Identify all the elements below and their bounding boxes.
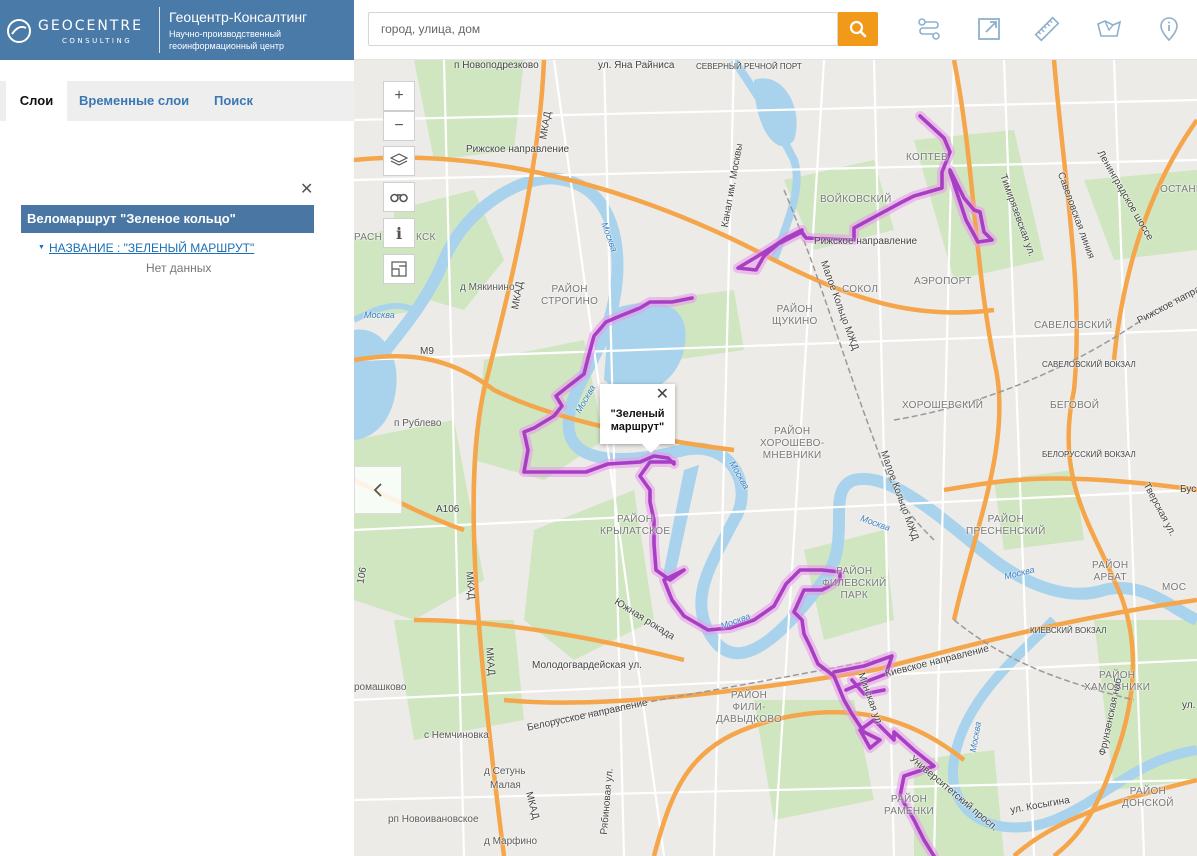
legend-icon xyxy=(391,261,407,277)
map-label-yana-rainisa: ул. Яна Райниса xyxy=(598,60,675,71)
map-label-novopodrezkovo: п Новоподрезково xyxy=(454,60,539,71)
info-icon xyxy=(1160,17,1178,42)
map-label-setun: д Сетунь xyxy=(484,766,526,777)
map-label-molodogvardeyskaya: Молодогвардейская ул. xyxy=(532,660,642,671)
tab-temporary-layers[interactable]: Временные слои xyxy=(79,81,189,121)
popup-title-2: маршрут" xyxy=(610,421,665,433)
map-label-fili-davydkovo: РАЙОН ФИЛИ- ДАВЫДКОВО xyxy=(716,690,783,725)
layers-icon xyxy=(390,153,408,166)
zoom-in-button[interactable]: + xyxy=(383,81,415,111)
map-label-strogino: РАЙОН СТРОГИНО xyxy=(541,284,599,307)
map-label-myakinino: д Мякинино xyxy=(460,282,515,293)
map-label-presnensky: РАЙОН ПРЕСНЕНСКИЙ xyxy=(966,514,1046,537)
map-label-krylatskoe: РАЙОН КРЫЛАТСКОЕ xyxy=(600,514,671,537)
open-external-button[interactable] xyxy=(974,14,1004,44)
search-button[interactable] xyxy=(838,12,878,46)
left-panel: Слои Временные слои Поиск ✕ Веломаршрут … xyxy=(0,60,354,856)
tab-search[interactable]: Поиск xyxy=(214,81,253,121)
feature-info-button[interactable]: i xyxy=(383,218,415,248)
no-data-text: Нет данных xyxy=(146,261,212,275)
route-icon xyxy=(918,18,940,40)
map-label-riga-direction-1: Рижское направление xyxy=(466,144,570,155)
collapse-panel-button[interactable] xyxy=(354,466,402,514)
top-toolbar xyxy=(354,0,1197,60)
map-canvas[interactable]: КОПТЕВ ВОЙКОВСКИЙ АЭРОПОРТ СОКОЛ РАЙОН ЩУ… xyxy=(354,60,1197,856)
map-label-voykovsky: ВОЙКОВСКИЙ xyxy=(820,194,892,205)
map-label-ul: ул. xyxy=(1182,700,1196,711)
map-label-shchukino: РАЙОН ЩУКИНО xyxy=(772,304,818,327)
map-label-koptevo: КОПТЕВ xyxy=(906,152,948,163)
feature-name-text: НАЗВАНИЕ : "ЗЕЛЕНЫЙ МАРШРУТ" xyxy=(48,241,255,255)
tab-layers[interactable]: Слои xyxy=(6,81,67,121)
address-search-input[interactable] xyxy=(368,12,838,46)
company-tagline-1: Научно-производственный xyxy=(169,29,282,39)
company-tagline-2: геоинформационный центр xyxy=(169,41,284,51)
map-label-rublevo: п Рублево xyxy=(394,418,442,429)
measure-area-button[interactable] xyxy=(1094,14,1124,44)
close-layer-info-button[interactable]: ✕ xyxy=(300,179,313,199)
map-label-nemchinovka: с Немчиновка xyxy=(424,730,489,741)
map-label-savelovsky-station: САВЕЛОВСКИЙ ВОКЗАЛ xyxy=(1042,360,1136,369)
measure-distance-button[interactable] xyxy=(1032,14,1062,44)
map-label-filevsky-park: РАЙОН ФИЛЕВСКИЙ ПАРК xyxy=(822,566,887,601)
map-label-malaya: Малая xyxy=(490,780,521,791)
geocentre-logo-icon xyxy=(7,19,31,43)
map-label-marfino: д Марфино xyxy=(484,836,538,847)
info-button[interactable] xyxy=(1154,14,1184,44)
map-label-arbat: РАЙОН АРБАТ xyxy=(1092,560,1129,583)
expand-arrow-icon: ▼ xyxy=(38,244,45,251)
logo-block: GEOCENTRE CONSULTING Геоцентр-Консалтинг… xyxy=(0,0,354,60)
map-label-moskva-river-1: Москва xyxy=(364,310,395,320)
binoculars-icon xyxy=(390,193,408,203)
map-label-m9: M9 xyxy=(420,346,434,357)
map-label-savelovsky: САВЕЛОВСКИЙ xyxy=(1034,320,1113,331)
map-label-mkad-3: МКАД xyxy=(463,571,477,600)
map-label-horoshevsky: ХОРОШЕВСКИЙ xyxy=(902,400,984,411)
panel-tabs: Слои Временные слои Поиск xyxy=(0,81,354,121)
map-label-bus: Бус xyxy=(1180,484,1197,495)
map-label-ramashkovo: ромашково xyxy=(354,682,407,693)
chevron-left-icon xyxy=(373,483,382,497)
layers-button[interactable] xyxy=(383,146,415,176)
ruler-icon xyxy=(1034,16,1060,42)
feature-popup: ✕ "Зеленый маршрут" xyxy=(600,384,675,453)
map-label-moscow: МОС xyxy=(1162,582,1187,593)
map-label-ramenki: РАЙОН РАМЕНКИ xyxy=(884,794,935,817)
logo-divider xyxy=(159,7,160,53)
map-label-mkad-4: МКАД xyxy=(483,647,497,676)
route-button[interactable] xyxy=(914,14,944,44)
map-label-sokol: СОКОЛ xyxy=(842,284,879,295)
map-label-ras: РАСН xyxy=(354,232,383,243)
popup-title-1: "Зеленый xyxy=(610,408,665,420)
company-name: Геоцентр-Консалтинг xyxy=(169,9,308,25)
overview-button[interactable] xyxy=(383,182,415,212)
map-label-ks: КСК xyxy=(416,232,436,243)
map-label-begovoy: БЕГОВОЙ xyxy=(1050,400,1100,411)
zoom-out-button[interactable]: − xyxy=(383,111,415,141)
map-label-north-river-port: СЕВЕРНЫЙ РЕЧНОЙ ПОРТ xyxy=(696,62,802,71)
legend-button[interactable] xyxy=(383,254,415,284)
map-label-novoivanovskoe: рп Новоивановское xyxy=(388,814,479,825)
search-icon xyxy=(849,20,867,38)
map-label-ostankino: ОСТАНК xyxy=(1160,184,1197,195)
feature-name-link[interactable]: ▼ НАЗВАНИЕ : "ЗЕЛЕНЫЙ МАРШРУТ" xyxy=(38,241,254,255)
map-label-donskoy: РАЙОН ДОНСКОЙ xyxy=(1122,786,1174,809)
logo-sub: CONSULTING xyxy=(62,37,133,45)
area-measure-icon xyxy=(1097,20,1122,37)
popup-close-button[interactable]: ✕ xyxy=(656,387,669,403)
map-label-a106: A106 xyxy=(436,504,460,515)
external-link-icon xyxy=(978,18,1000,40)
map-label-horoshevo-mnevniki: РАЙОН ХОРОШЕВО- МНЕВНИКИ xyxy=(760,426,825,461)
map-label-riga-direction-2: Рижское направление xyxy=(814,236,918,247)
map-label-aeroport: АЭРОПОРТ xyxy=(914,276,972,287)
layer-title: Веломаршрут "Зеленое кольцо" xyxy=(21,205,314,233)
map-label-belorussky-station: БЕЛОРУССКИЙ ВОКЗАЛ xyxy=(1042,450,1136,459)
map-label-kievsky-station: КИЕВСКИЙ ВОКЗАЛ xyxy=(1030,626,1107,635)
logo-name: GEOCENTRE xyxy=(38,18,143,34)
